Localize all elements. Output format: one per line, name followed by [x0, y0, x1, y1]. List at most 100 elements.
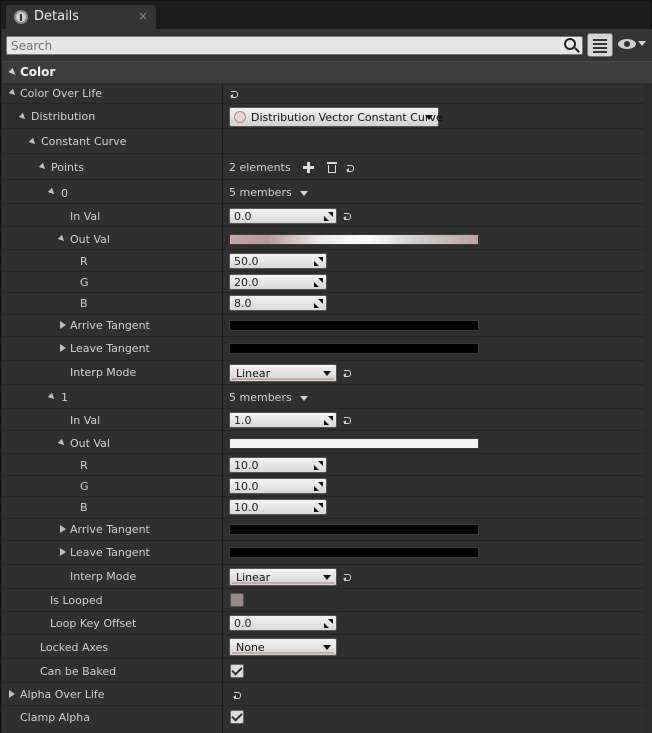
chevron-down-icon[interactable] — [47, 187, 57, 197]
can-be-baked-checkbox[interactable] — [230, 664, 244, 678]
field-value: 20.0 — [234, 276, 259, 289]
search-input[interactable] — [6, 36, 583, 55]
color-swatch[interactable] — [229, 438, 479, 449]
property-label: Arrive Tangent — [70, 319, 150, 332]
in-val-field[interactable]: 0.0 — [229, 208, 337, 224]
chevron-right-icon[interactable] — [60, 321, 66, 329]
drag-handle-icon — [314, 278, 323, 287]
property-label: In Val — [70, 414, 101, 427]
property-label: Alpha Over Life — [20, 688, 105, 701]
row-out-val-1: Out Val — [1, 432, 651, 454]
plus-icon[interactable] — [303, 162, 314, 173]
color-swatch[interactable] — [229, 343, 479, 354]
row-leave-tangent-0: Leave Tangent — [1, 338, 651, 361]
property-label: Interp Mode — [70, 570, 137, 583]
chevron-down-icon — [299, 190, 308, 196]
chevron-down-icon[interactable] — [638, 41, 646, 46]
row-clamp-alpha: Clamp Alpha — [1, 706, 651, 730]
tab-details[interactable]: Details × — [5, 4, 157, 29]
row-distribution: Distribution Distribution Vector Constan… — [1, 105, 651, 129]
field-value: 10.0 — [234, 459, 259, 472]
property-label: Locked Axes — [40, 641, 109, 654]
row-b-1: B 10.0 — [1, 497, 651, 519]
row-point-1: 1 5 members — [1, 386, 651, 409]
drag-handle-icon — [324, 619, 333, 628]
b-field[interactable]: 10.0 — [229, 499, 327, 515]
field-value: 0.0 — [234, 210, 252, 223]
chevron-down-icon[interactable] — [57, 234, 67, 244]
chevron-down-icon — [323, 645, 331, 650]
chevron-down-icon[interactable] — [57, 438, 67, 448]
reset-icon[interactable] — [343, 572, 353, 582]
property-label: Constant Curve — [41, 135, 127, 148]
in-val-field[interactable]: 1.0 — [229, 412, 337, 428]
drag-handle-icon — [324, 416, 333, 425]
chevron-down-icon[interactable] — [18, 112, 28, 122]
chevron-right-icon[interactable] — [60, 344, 66, 352]
r-field[interactable]: 50.0 — [229, 253, 327, 269]
trash-icon[interactable] — [327, 161, 337, 173]
info-icon — [14, 10, 28, 24]
loop-key-offset-field[interactable]: 0.0 — [229, 615, 337, 631]
color-swatch[interactable] — [229, 234, 479, 245]
struct-members[interactable]: 5 members — [229, 391, 308, 404]
interp-mode-dropdown[interactable]: Linear — [229, 568, 337, 586]
g-field[interactable]: 20.0 — [229, 274, 327, 290]
g-field[interactable]: 10.0 — [229, 478, 327, 494]
chevron-right-icon[interactable] — [60, 525, 66, 533]
interp-mode-dropdown[interactable]: Linear — [229, 364, 337, 382]
row-constant-curve: Constant Curve — [1, 130, 651, 154]
r-field[interactable]: 10.0 — [229, 457, 327, 473]
struct-members[interactable]: 5 members — [229, 186, 308, 199]
chevron-down-icon[interactable] — [47, 392, 57, 402]
search-icon[interactable] — [564, 38, 576, 50]
reset-icon[interactable] — [343, 368, 353, 378]
drag-handle-icon — [324, 212, 333, 221]
chevron-down-icon — [323, 575, 331, 580]
row-arrive-tangent-1: Arrive Tangent — [1, 519, 651, 541]
chevron-right-icon[interactable] — [9, 690, 15, 698]
reset-icon[interactable] — [233, 690, 243, 700]
scrollbar[interactable] — [644, 83, 652, 733]
array-count: 2 elements — [229, 161, 291, 174]
color-swatch[interactable] — [229, 547, 479, 558]
property-label: Leave Tangent — [70, 546, 150, 559]
clamp-alpha-checkbox[interactable] — [230, 710, 244, 724]
locked-axes-dropdown[interactable]: None — [229, 638, 337, 656]
row-in-val-0: In Val 0.0 — [1, 205, 651, 227]
reset-icon[interactable] — [346, 163, 356, 173]
drag-handle-icon — [314, 299, 323, 308]
chevron-down-icon — [425, 115, 433, 120]
b-field[interactable]: 8.0 — [229, 295, 327, 311]
chevron-right-icon[interactable] — [60, 548, 66, 556]
row-alpha-over-life: Alpha Over Life — [1, 683, 651, 706]
tab-label: Details — [34, 9, 80, 24]
members-label: 5 members — [229, 186, 292, 199]
row-arrive-tangent-0: Arrive Tangent — [1, 315, 651, 337]
property-label: Can be Baked — [40, 665, 117, 678]
chevron-down-icon[interactable] — [8, 88, 18, 98]
close-icon[interactable]: × — [138, 9, 148, 23]
reset-icon[interactable] — [343, 211, 353, 221]
color-swatch[interactable] — [229, 524, 479, 535]
members-label: 5 members — [229, 391, 292, 404]
is-looped-checkbox[interactable] — [230, 593, 244, 607]
property-label: In Val — [70, 210, 101, 223]
row-is-looped: Is Looped — [1, 589, 651, 612]
underline — [232, 652, 334, 654]
row-in-val-1: In Val 1.0 — [1, 409, 651, 431]
property-label: Out Val — [70, 437, 110, 450]
list-view-button[interactable] — [587, 33, 613, 57]
array-index-label: 0 — [61, 187, 68, 200]
chevron-down-icon — [299, 395, 308, 401]
color-swatch[interactable] — [229, 320, 479, 331]
chevron-down-icon[interactable] — [28, 137, 38, 147]
chevron-down-icon[interactable] — [38, 162, 48, 172]
underline — [232, 378, 334, 380]
reset-icon[interactable] — [230, 89, 240, 99]
eye-icon[interactable] — [618, 37, 638, 51]
reset-icon[interactable] — [343, 415, 353, 425]
property-label: Interp Mode — [70, 366, 137, 379]
distribution-dropdown[interactable]: Distribution Vector Constant Curve — [229, 107, 443, 127]
category-color-header[interactable]: Color — [2, 61, 652, 83]
